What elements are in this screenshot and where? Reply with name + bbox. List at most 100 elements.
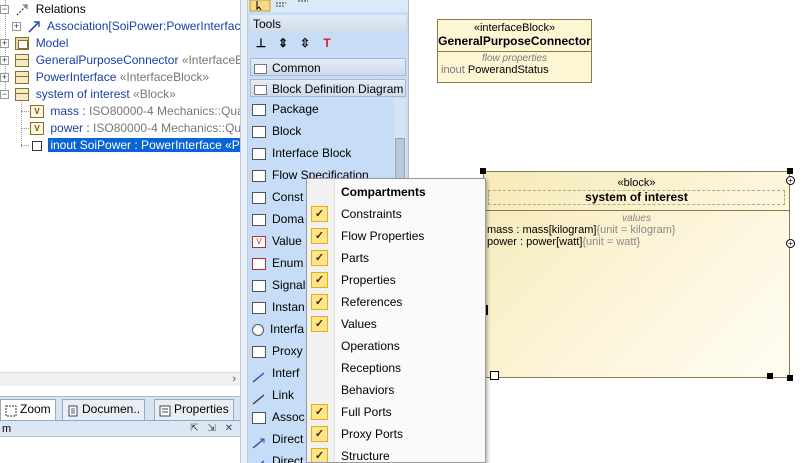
expand-icon[interactable]: + [0,39,9,49]
menu-item-label: References [341,295,403,309]
collapse-icon[interactable]: − [0,90,9,100]
arrow-icon [252,368,266,383]
menu-item-constraints[interactable]: ✓ Constraints [307,203,485,225]
palette-group-common[interactable]: Common [250,58,406,76]
menu-item-operations[interactable]: Operations [307,335,485,357]
palette-item-interface-2[interactable]: Interf [252,362,299,384]
tree-item-relations[interactable]: − Relations [0,1,86,18]
menu-item-proxy-ports[interactable]: ✓ Proxy Ports [307,423,485,445]
palette-group-tools[interactable]: Tools [250,15,406,33]
selection-tools-icon[interactable] [248,0,328,12]
menu-item-references[interactable]: ✓ References [307,291,485,313]
palette-group-label: Common [272,61,321,75]
model-icon [15,37,30,51]
scroll-right-icon[interactable]: › [232,373,236,385]
tree-item-power[interactable]: V power : ISO80000-4 Mechanics::Qua [30,120,240,137]
flow-property[interactable]: inout PowerandStatus [438,64,591,76]
menu-item-behaviors[interactable]: Behaviors [307,379,485,401]
tree-item-label: Relations [35,2,86,16]
interface-block-icon [15,71,30,85]
pane-splitter[interactable] [240,0,248,463]
tree-item-stereotype: «Block» [129,87,176,101]
palette-item-value[interactable]: V Value [252,230,302,252]
tree-item-label: system of interest [35,87,130,101]
directed-composition-icon [252,456,266,463]
menu-item-label: Constraints [341,207,402,221]
palette-item-label: Doma [272,212,305,226]
value-property-power[interactable]: power : power[watt]{unit = watt} [484,236,789,248]
relations-icon [15,3,29,16]
add-port-icon[interactable]: + [786,176,795,185]
resize-tool-icon[interactable]: ⇳ [296,34,314,52]
selection-handle[interactable] [767,373,773,379]
folder-open-icon [254,84,267,95]
palette-item-directed-association[interactable]: Direct [252,428,303,450]
tab-zoom[interactable]: Zoom [0,399,56,420]
menu-item-label: Behaviors [341,383,395,397]
menu-item-flow-properties[interactable]: ✓ Flow Properties [307,225,485,247]
checkmark-icon: ✓ [311,404,328,420]
compartment-toggle-icon[interactable] [490,371,499,380]
tree-item-association[interactable]: + Association[SoiPower:PowerInterfac [12,18,240,35]
menu-item-parts[interactable]: ✓ Parts [307,247,485,269]
palette-item-directed-composition[interactable]: Direct [252,450,303,463]
move-tool-icon[interactable]: ⇕ [274,34,292,52]
selection-handle[interactable] [787,168,793,174]
menu-item-receptions[interactable]: Receptions [307,357,485,379]
block-stereotype: «interfaceBlock» [473,22,556,34]
tree-item-mass[interactable]: V mass : ISO80000-4 Mechanics::Qua [30,103,240,120]
menu-item-full-ports[interactable]: ✓ Full Ports [307,401,485,423]
value-property-mass[interactable]: mass : mass[kilogram]{unit = kilogram} [484,224,789,236]
value-property-unit: {unit = kilogram} [596,224,676,236]
properties-icon [159,404,171,417]
palette-item-enumeration[interactable]: Enum [252,252,303,274]
palette-item-constraint[interactable]: Const [252,186,303,208]
menu-item-structure[interactable]: ✓ Structure [307,445,485,462]
text-tool-icon[interactable]: T [318,34,336,52]
model-tree[interactable]: − Relations + Association[SoiPower:Power… [0,0,240,372]
menu-item-properties[interactable]: ✓ Properties [307,269,485,291]
selection-handle[interactable] [480,168,486,174]
selection-handle[interactable] [787,375,793,381]
palette-item-signal[interactable]: Signal [252,274,305,296]
tree-horizontal-scrollbar[interactable]: › [0,372,240,386]
block-system-of-interest[interactable]: «block» system of interest values mass :… [483,171,790,378]
flow-property-name: PowerandStatus [467,64,549,76]
palette-item-package[interactable]: Package [252,98,319,120]
tree-item-stereotype: «InterfaceBlock» [116,70,210,84]
palette-item-proxy[interactable]: Proxy [252,340,303,362]
tree-item-label: GeneralPurposeConnector [35,53,179,67]
palette-item-domain[interactable]: Doma [252,208,304,230]
tab-documentation[interactable]: Documen.. [62,399,146,420]
palette-item-block[interactable]: Block [252,120,301,142]
collapse-icon[interactable]: − [0,5,9,15]
panel-window-controls[interactable]: ⇱ ⇲ ✕ [190,421,236,437]
tree-item-system-of-interest[interactable]: − system of interest «Block» [0,86,176,103]
menu-item-label: Receptions [341,361,402,375]
palette-item-interface[interactable]: Interfa [252,318,304,340]
expand-icon[interactable]: + [12,22,21,32]
tree-item-general-purpose-connector[interactable]: + GeneralPurposeConnector «InterfaceBl [0,52,240,69]
block-icon [252,125,266,138]
stamp-tool-icon[interactable]: ⊥ [252,34,270,52]
flow-property-direction: inout [441,64,465,76]
palette-item-instance[interactable]: Instan [252,296,305,318]
tree-item-soipower[interactable]: inout SoiPower : PowerInterface «Pr [32,137,240,154]
palette-item-link[interactable]: Link [252,384,294,406]
expand-icon[interactable]: + [0,56,9,66]
menu-header-label: Compartments [341,185,426,199]
bottom-panel-header: m ⇱ ⇲ ✕ [0,421,240,437]
palette-item-label: Direct [272,432,304,446]
tree-item-power-interface[interactable]: + PowerInterface «InterfaceBlock» [0,69,209,86]
association-icon [252,411,266,424]
add-port-icon[interactable]: + [786,239,795,248]
expand-icon[interactable]: + [0,73,9,83]
tree-item-model[interactable]: + Model [0,35,68,52]
block-name[interactable]: system of interest [488,190,785,205]
palette-group-bdd[interactable]: Block Definition Diagram [250,79,406,97]
palette-item-association[interactable]: Assoc [252,406,305,428]
menu-item-values[interactable]: ✓ Values [307,313,485,335]
palette-item-interface-block[interactable]: Interface Block [252,142,351,164]
interface-block-general-purpose-connector[interactable]: «interfaceBlock» GeneralPurposeConnector… [437,19,592,83]
tab-properties[interactable]: Properties [154,399,234,420]
